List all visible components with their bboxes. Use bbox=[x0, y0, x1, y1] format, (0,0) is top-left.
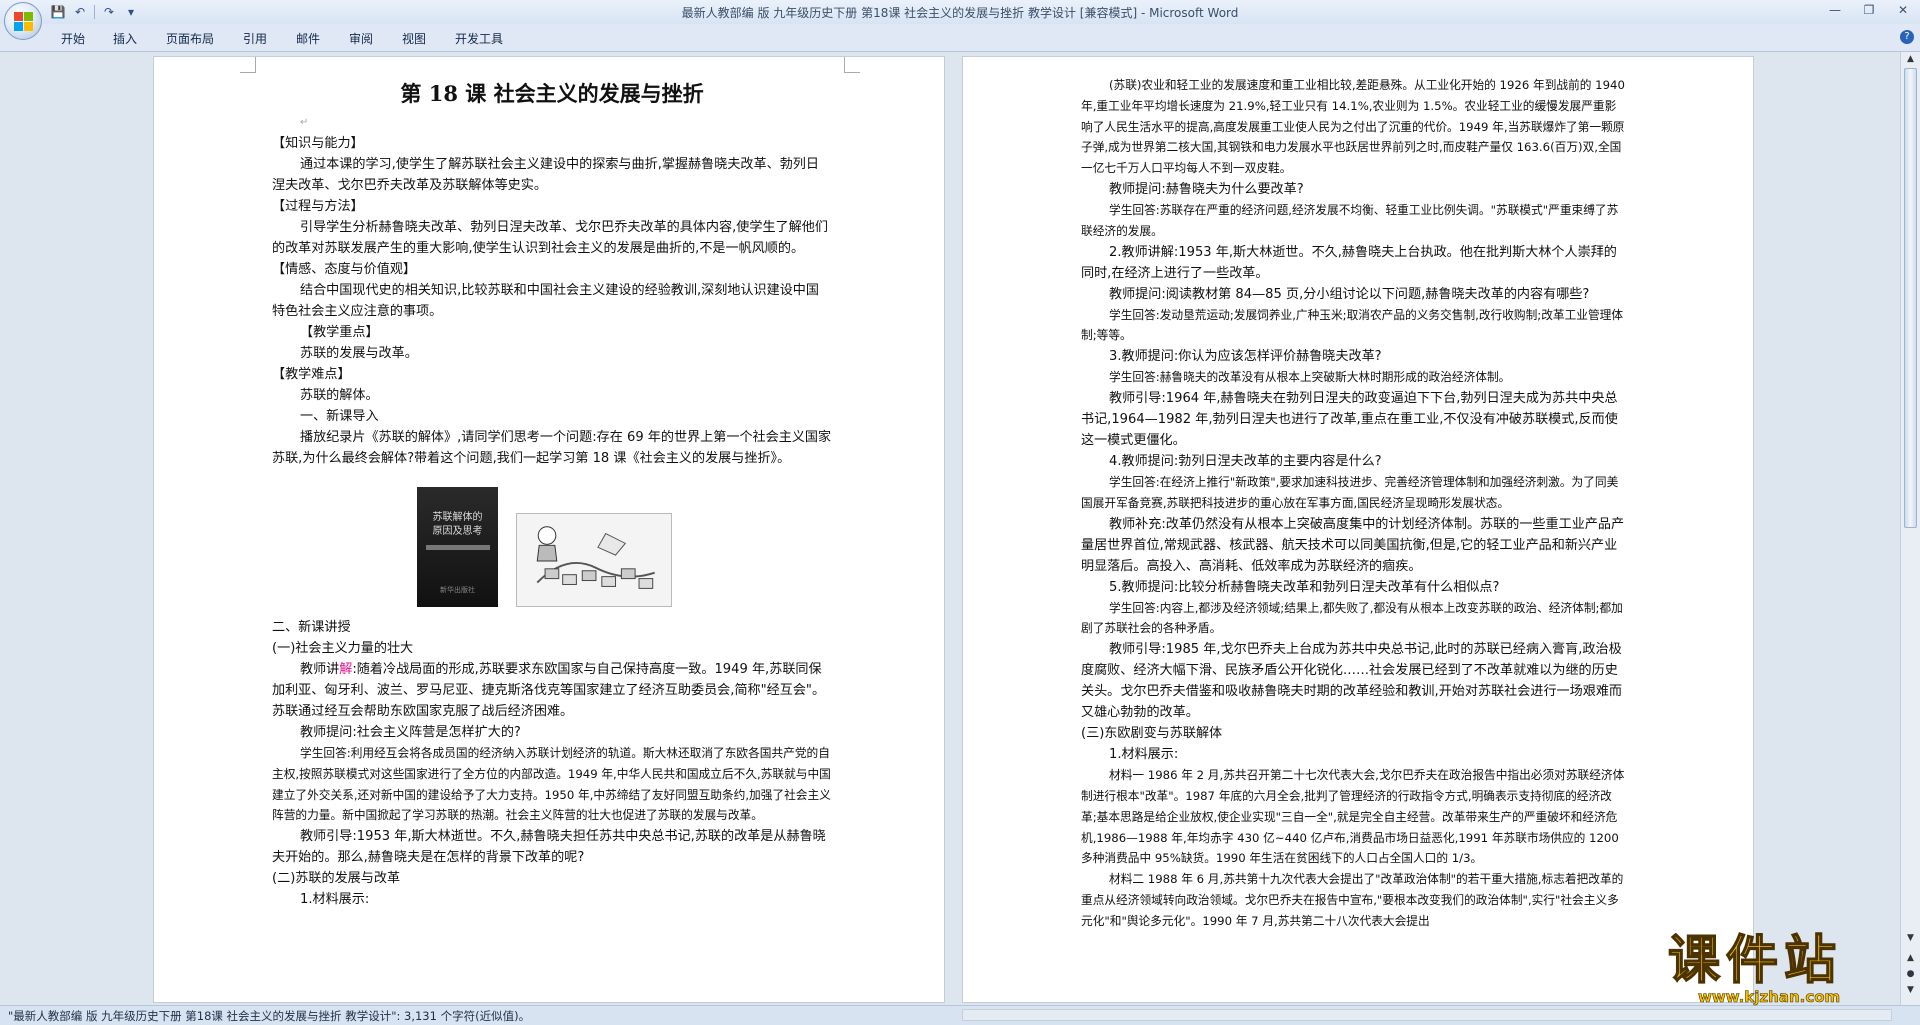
ribbon-tabs: 开始 插入 页面布局 引用 邮件 审阅 视图 开发工具 ? bbox=[0, 24, 1920, 52]
heading-knowledge: 【知识与能力】 bbox=[272, 136, 364, 151]
office-button[interactable] bbox=[4, 2, 42, 40]
paragraph-teacher-explain: 教师讲解:随着冷战局面的形成,苏联要求东欧国家与自己保持高度一致。1949 年,… bbox=[272, 659, 832, 722]
status-bar: "最新人教部编 版 九年级历史下册 第18课 社会主义的发展与挫折 教学设计":… bbox=[0, 1005, 1920, 1025]
window-controls: — ❐ ✕ bbox=[1818, 0, 1920, 20]
heading-soviet-reform: (二)苏联的发展与改革 bbox=[272, 871, 401, 887]
minimize-button[interactable]: — bbox=[1818, 0, 1852, 20]
heading-new-lesson: 二、新课讲授 bbox=[272, 620, 351, 635]
paragraph-teacher-question: 教师提问:社会主义阵营是怎样扩大的? bbox=[300, 725, 521, 740]
paragraph-teacher-supplement: 教师补充:改革仍然没有从根本上突破高度集中的计划经济体制。苏联的一些重工业产品产… bbox=[1081, 516, 1625, 574]
scroll-thumb[interactable] bbox=[1904, 68, 1917, 528]
heading-key-point: 【教学重点】 bbox=[300, 325, 379, 340]
status-text: "最新人教部编 版 九年级历史下册 第18课 社会主义的发展与挫折 教学设计":… bbox=[8, 1009, 531, 1023]
cartoon-image[interactable] bbox=[516, 513, 672, 607]
heading-socialism-growth: (一)社会主义力量的壮大 bbox=[272, 641, 414, 656]
paragraph-teacher-question: 3.教师提问:你认为应该怎样评价赫鲁晓夫改革? bbox=[1109, 349, 1382, 365]
close-button[interactable]: ✕ bbox=[1886, 0, 1920, 20]
paragraph-key-point: 苏联的发展与改革。 bbox=[300, 346, 418, 361]
paragraph-student-answer: 学生回答:利用经互会将各成员国的经济纳入苏联计划经济的轨道。斯大林还取消了东欧各… bbox=[272, 746, 831, 823]
book-title-line: 苏联解体的 bbox=[432, 512, 483, 523]
highlighted-text-run: 解 bbox=[339, 662, 353, 677]
paragraph-teacher-question: 5.教师提问:比较分析赫鲁晓夫改革和勃列日涅夫改革有什么相似点? bbox=[1109, 579, 1500, 595]
paragraph-teacher-question: 4.教师提问:勃列日涅夫改革的主要内容是什么? bbox=[1109, 453, 1382, 469]
paragraph-student-answer: 学生回答:在经济上推行"新政策",要求加速科技进步、完善经济管理体制和加强经济刺… bbox=[1081, 474, 1619, 510]
paragraph-material-text: (苏联)农业和轻工业的发展速度和重工业相比较,差距悬殊。从工业化开始的 1926… bbox=[1081, 78, 1625, 176]
book-decoration bbox=[425, 545, 490, 550]
heading-process: 【过程与方法】 bbox=[272, 199, 364, 214]
paragraph-teacher-guide: 教师引导:1953 年,斯大林逝世。不久,赫鲁晓夫担任苏共中央总书记,苏联的改革… bbox=[272, 829, 826, 866]
paragraph-process: 引导学生分析赫鲁晓夫改革、勃列日涅夫改革、戈尔巴乔夫改革的具体内容,使学生了解他… bbox=[272, 220, 828, 256]
tab-view[interactable]: 视图 bbox=[402, 30, 426, 47]
help-icon[interactable]: ? bbox=[1900, 30, 1914, 44]
crop-mark bbox=[844, 57, 860, 73]
paragraph-student-answer: 学生回答:苏联存在严重的经济问题,经济发展不均衡、轻重工业比例失调。"苏联模式"… bbox=[1081, 202, 1619, 238]
book-publisher: 新华出版社 bbox=[440, 586, 475, 594]
paragraph-difficulty: 苏联的解体。 bbox=[300, 388, 379, 403]
tab-page-layout[interactable]: 页面布局 bbox=[166, 30, 214, 47]
paragraph-emotion: 结合中国现代史的相关知识,比较苏联和中国社会主义建设的经验教训,深刻地认识建设中… bbox=[272, 283, 819, 319]
page-content[interactable]: 第 18 课 社会主义的发展与挫折 ↵ 【知识与能力】 通过本课的学习,使学生了… bbox=[272, 77, 832, 910]
heading-difficulty: 【教学难点】 bbox=[272, 367, 351, 382]
crop-mark bbox=[240, 57, 256, 73]
paragraph-teacher-guide: 教师引导:1985 年,戈尔巴乔夫上台成为苏共中央总书记,此时的苏联已经病入膏肓… bbox=[1081, 642, 1623, 721]
vertical-scrollbar[interactable]: ▲ ▼ ▲ ● ▼ bbox=[1900, 52, 1920, 1012]
restore-button[interactable]: ❐ bbox=[1852, 0, 1886, 20]
text-run: 教师讲 bbox=[300, 662, 340, 677]
paragraph-teacher-question: 教师提问:赫鲁晓夫为什么要改革? bbox=[1109, 181, 1304, 197]
office-logo-icon bbox=[13, 11, 33, 31]
heading-emotion: 【情感、态度与价值观】 bbox=[272, 262, 417, 277]
watermark-brand: 课件站 bbox=[1667, 931, 1843, 991]
scroll-up-icon[interactable]: ▲ bbox=[1904, 54, 1917, 66]
window-title: 最新人教部编 版 九年级历史下册 第18课 社会主义的发展与挫折 教学设计 [兼… bbox=[681, 6, 1239, 20]
heading-east-europe: (三)东欧剧变与苏联解体 bbox=[1081, 726, 1223, 742]
tab-review[interactable]: 审阅 bbox=[349, 30, 373, 47]
book-title-line: 原因及思考 bbox=[432, 526, 483, 537]
paragraph-student-answer: 学生回答:发动垦荒运动;发展饲养业,广种玉米;取消农产品的义务交售制,改行收购制… bbox=[1081, 307, 1624, 343]
paragraph-material-two: 材料二 1988 年 6 月,苏共第十九次代表大会提出了"改革政治体制"的若干重… bbox=[1081, 872, 1624, 928]
paragraph-mark: ↵ bbox=[300, 117, 309, 128]
paragraph-introduction: 播放纪录片《苏联的解体》,请同学们思考一个问题:存在 69 年的世界上第一个社会… bbox=[272, 430, 832, 466]
paragraph-knowledge: 通过本课的学习,使学生了解苏联社会主义建设中的探索与曲折,掌握赫鲁晓夫改革、勃列… bbox=[272, 157, 819, 193]
empty-paragraph: ↵ bbox=[272, 111, 832, 133]
paragraph-material-one: 材料一 1986 年 2 月,苏共召开第二十七次代表大会,戈尔巴乔夫在政治报告中… bbox=[1081, 768, 1625, 866]
title-bar: 💾 ↶ ↷ ▾ 最新人教部编 版 九年级历史下册 第18课 社会主义的发展与挫折… bbox=[0, 0, 1920, 24]
paragraph-student-answer: 学生回答:内容上,都涉及经济领域;结果上,都失败了,都没有从根本上改变苏联的政治… bbox=[1081, 600, 1623, 636]
image-row: 苏联解体的 原因及思考 新华出版社 bbox=[417, 481, 832, 607]
book-cover-image[interactable]: 苏联解体的 原因及思考 新华出版社 bbox=[417, 487, 498, 607]
lesson-title: 第 18 课 社会主义的发展与挫折 bbox=[400, 81, 704, 106]
watermark-url: www.kjzhan.com bbox=[1698, 988, 1841, 1006]
paragraph-material-display: 1.材料展示: bbox=[300, 892, 370, 908]
paragraph-teacher-question: 教师提问:阅读教材第 84—85 页,分小组讨论以下问题,赫鲁晓夫改革的内容有哪… bbox=[1109, 286, 1590, 302]
tab-home[interactable]: 开始 bbox=[61, 30, 85, 47]
heading-introduction: 一、新课导入 bbox=[300, 409, 379, 424]
tab-developer[interactable]: 开发工具 bbox=[455, 30, 503, 47]
paragraph-student-answer: 学生回答:赫鲁晓夫的改革没有从根本上突破斯大林时期形成的政治经济体制。 bbox=[1109, 370, 1511, 385]
paragraph-material-display: 1.材料展示: bbox=[1109, 747, 1179, 763]
paragraph-teacher-guide: 教师引导:1964 年,赫鲁晓夫在勃列日涅夫的政变逼迫下下台,勃列日涅夫成为苏共… bbox=[1081, 390, 1618, 448]
document-page-left: 第 18 课 社会主义的发展与挫折 ↵ 【知识与能力】 通过本课的学习,使学生了… bbox=[153, 56, 945, 1003]
paragraph-teacher-explain: 2.教师讲解:1953 年,斯大林逝世。不久,赫鲁晓夫上台执政。他在批判斯大林个… bbox=[1081, 244, 1617, 281]
document-page-right: (苏联)农业和轻工业的发展速度和重工业相比较,差距悬殊。从工业化开始的 1926… bbox=[962, 56, 1754, 1003]
watermark-logo: 课件站 www.kjzhan.com bbox=[1667, 931, 1916, 1006]
tab-references[interactable]: 引用 bbox=[243, 30, 267, 47]
tab-mailings[interactable]: 邮件 bbox=[296, 30, 320, 47]
tab-insert[interactable]: 插入 bbox=[113, 30, 137, 47]
page-content[interactable]: (苏联)农业和轻工业的发展速度和重工业相比较,差距悬殊。从工业化开始的 1926… bbox=[1081, 75, 1627, 932]
horizontal-scrollbar[interactable] bbox=[962, 1009, 1892, 1021]
text-run: :随着冷战局面的形成,苏联要求东欧国家与自己保持高度一致。1949 年,苏联同保… bbox=[272, 662, 826, 719]
